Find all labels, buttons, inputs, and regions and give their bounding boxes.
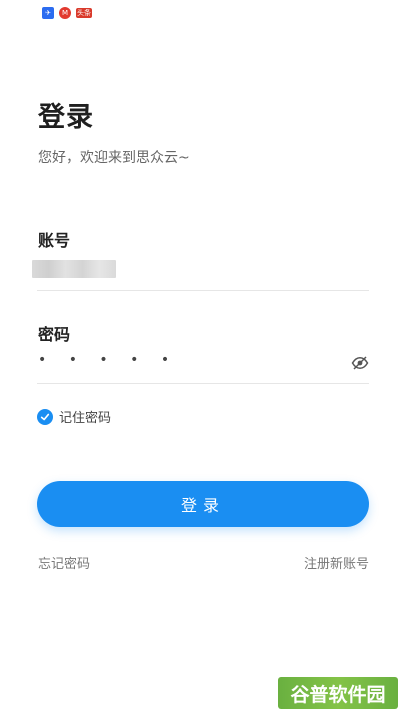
eye-off-icon[interactable] [351, 354, 369, 372]
paper-plane-icon: ✈ [42, 7, 54, 19]
page-title: 登录 [38, 102, 94, 133]
remember-password-toggle[interactable]: 记住密码 [37, 407, 111, 426]
password-label: 密码 [38, 325, 71, 344]
forgot-password-link[interactable]: 忘记密码 [38, 553, 90, 572]
account-divider [37, 290, 369, 291]
check-icon[interactable] [37, 408, 53, 425]
password-input[interactable]: • • • • • [38, 352, 178, 368]
register-link[interactable]: 注册新账号 [304, 553, 369, 572]
account-input[interactable] [32, 260, 116, 278]
news-app-icon: 头条 [76, 8, 92, 18]
remember-password-label: 记住密码 [59, 411, 112, 426]
watermark-logo: 谷普软件园 [278, 677, 398, 709]
login-button[interactable]: 登录 [37, 481, 369, 527]
mall-icon: M [59, 7, 71, 19]
status-bar: ✈ M 头条 [42, 6, 92, 20]
account-label: 账号 [38, 231, 71, 250]
welcome-subtitle: 您好，欢迎来到思众云~ [38, 150, 190, 166]
password-divider [37, 383, 369, 384]
